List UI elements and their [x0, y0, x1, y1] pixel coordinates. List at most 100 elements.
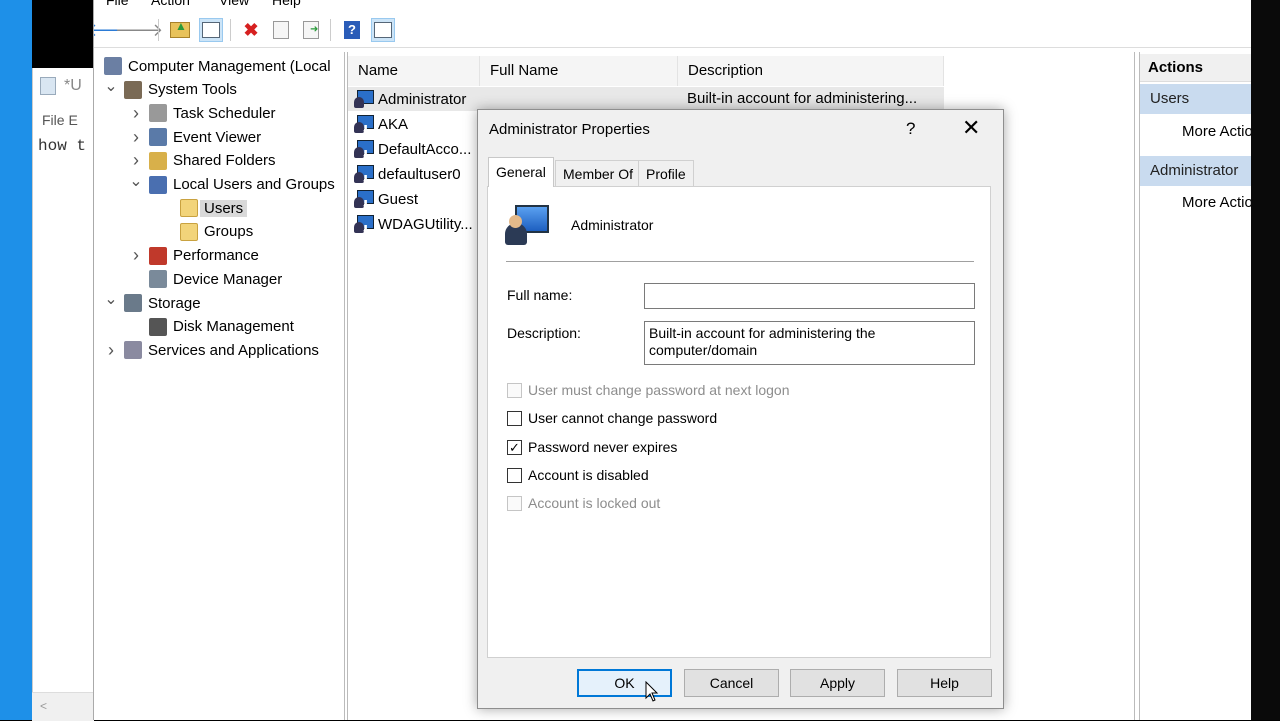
user-icon: ⬇	[354, 164, 374, 186]
properties-icon[interactable]	[269, 18, 293, 42]
list-item[interactable]: ⬇ DefaultAcco...	[354, 137, 471, 161]
menu-action[interactable]: Action	[151, 0, 190, 8]
forward-arrow-icon[interactable]: 🡒	[115, 18, 163, 42]
show-action-pane-icon[interactable]	[371, 18, 395, 42]
tree-item[interactable]: ⌄ System Tools	[104, 76, 237, 101]
tree-item-label: Disk Management	[173, 318, 294, 336]
checkbox-row[interactable]: User cannot change password	[507, 410, 717, 426]
dialog-help-button[interactable]: ?	[906, 119, 915, 139]
checkbox[interactable]	[507, 467, 522, 483]
background-window-scrollbar[interactable]: <	[32, 692, 94, 721]
column-full-name[interactable]: Full Name	[480, 56, 678, 86]
toolbar-separator	[330, 19, 331, 41]
tree-item[interactable]: Computer Management (Local	[104, 55, 331, 77]
export-list-icon[interactable]: ➜	[299, 18, 323, 42]
help-button[interactable]: Help	[897, 669, 992, 697]
tree-item-label: Performance	[173, 247, 259, 265]
up-folder-icon[interactable]: ▲	[168, 18, 192, 42]
tree-item-label: Shared Folders	[173, 152, 276, 170]
chevron-right-icon[interactable]: ›	[104, 340, 118, 361]
more-actions-administrator[interactable]: More Actions	[1182, 194, 1252, 211]
apply-button[interactable]: Apply	[790, 669, 885, 697]
tree-node-icon	[124, 80, 142, 99]
tab-general[interactable]: General	[488, 157, 554, 187]
column-name[interactable]: Name	[348, 56, 480, 86]
chevron-right-icon[interactable]: ›	[129, 150, 143, 171]
chevron-right-icon[interactable]: ›	[129, 245, 143, 266]
tree-item[interactable]: › Services and Applications	[104, 339, 319, 361]
checkbox-row[interactable]: ✓ Password never expires	[507, 439, 677, 455]
cancel-button[interactable]: Cancel	[684, 669, 779, 697]
menu-view[interactable]: View	[219, 0, 249, 8]
close-icon[interactable]: ✕	[962, 116, 980, 141]
help-icon[interactable]: ?	[340, 18, 364, 42]
tree-node-icon	[180, 222, 198, 241]
tree-item-label: Groups	[204, 223, 254, 241]
tree-item[interactable]: Groups	[154, 221, 253, 243]
tree-item-label: Event Viewer	[173, 128, 262, 146]
list-item[interactable]: Administrator	[354, 87, 466, 111]
menu-help[interactable]: Help	[272, 0, 301, 8]
tree-item-label: Computer Management (Local	[128, 57, 331, 75]
chevron-down-icon[interactable]: ⌄	[104, 289, 118, 309]
tree-item-label: System Tools	[148, 81, 237, 99]
show-hide-tree-icon[interactable]	[199, 18, 223, 42]
tree-item[interactable]: › Shared Folders	[129, 150, 276, 172]
more-actions-users[interactable]: More Actions	[1182, 123, 1252, 140]
tree-item[interactable]: › Event Viewer	[129, 126, 261, 148]
list-item[interactable]: ⬇ WDAGUtility...	[354, 212, 473, 236]
tree-item[interactable]: Disk Management	[129, 316, 294, 338]
user-name: defaultuser0	[378, 165, 461, 183]
chevron-right-icon[interactable]: ›	[129, 127, 143, 148]
list-item[interactable]: ⬇ Guest	[354, 187, 418, 211]
actions-section-administrator[interactable]: Administrator	[1140, 156, 1252, 186]
tree-item[interactable]: Device Manager	[129, 268, 282, 290]
tree-item[interactable]: Users	[154, 197, 248, 219]
toolbar-separator	[158, 19, 159, 41]
tab-member-of[interactable]: Member Of	[555, 160, 642, 186]
checkbox	[507, 495, 522, 511]
tree-node-icon	[149, 175, 167, 194]
chevron-down-icon[interactable]: ⌄	[129, 171, 143, 191]
full-name-input[interactable]	[644, 283, 975, 309]
full-name-label: Full name:	[507, 287, 573, 303]
tree-item[interactable]: › Performance	[129, 245, 259, 267]
checkbox-label: Account is locked out	[528, 495, 661, 511]
tree-item[interactable]: ⌄ Local Users and Groups	[129, 171, 335, 196]
user-icon: ⬇	[354, 214, 374, 236]
user-icon: ⬇	[354, 189, 374, 211]
checkbox-checked[interactable]: ✓	[507, 439, 522, 455]
user-name: Guest	[378, 190, 419, 208]
user-account-icon	[505, 203, 549, 247]
background-notepad-window[interactable]	[32, 68, 95, 720]
tree-node-icon	[149, 151, 167, 170]
list-item[interactable]: ⬇ AKA	[354, 112, 408, 136]
tab-profile[interactable]: Profile	[638, 160, 694, 186]
description-input[interactable]: Built-in account for administering the c…	[644, 321, 975, 365]
tree-item-label: Device Manager	[173, 270, 283, 288]
checkbox[interactable]	[507, 410, 522, 426]
chevron-down-icon[interactable]: ⌄	[104, 76, 118, 96]
list-item[interactable]: ⬇ defaultuser0	[354, 162, 461, 186]
delete-icon[interactable]: ✖	[239, 18, 263, 42]
checkbox-row[interactable]: Account is disabled	[507, 467, 649, 483]
user-icon: ⬇	[354, 114, 374, 136]
column-description[interactable]: Description	[678, 56, 944, 86]
tree-item[interactable]: ⌄ Storage	[104, 289, 201, 314]
dialog-title: Administrator Properties	[489, 121, 650, 138]
list-header: Name Full Name Description	[348, 56, 944, 86]
actions-section-users[interactable]: Users	[1140, 84, 1252, 114]
tree-item-label: Storage	[148, 294, 201, 312]
background-window-title: *U	[40, 77, 82, 95]
checkbox-label: User must change password at next logon	[528, 382, 790, 398]
menu-file[interactable]: File	[106, 0, 129, 8]
toolbar: 🡐 🡒 ▲ ✖ ➜ ?	[94, 13, 1252, 48]
chevron-right-icon[interactable]: ›	[129, 103, 143, 124]
tree-node-icon	[124, 341, 142, 360]
divider	[506, 261, 974, 262]
tree-item[interactable]: › Task Scheduler	[129, 102, 276, 124]
scroll-left-arrow[interactable]: <	[40, 699, 47, 713]
user-name: DefaultAcco...	[378, 140, 472, 158]
tree-node-icon	[149, 317, 167, 336]
checkbox-row: Account is locked out	[507, 495, 660, 511]
